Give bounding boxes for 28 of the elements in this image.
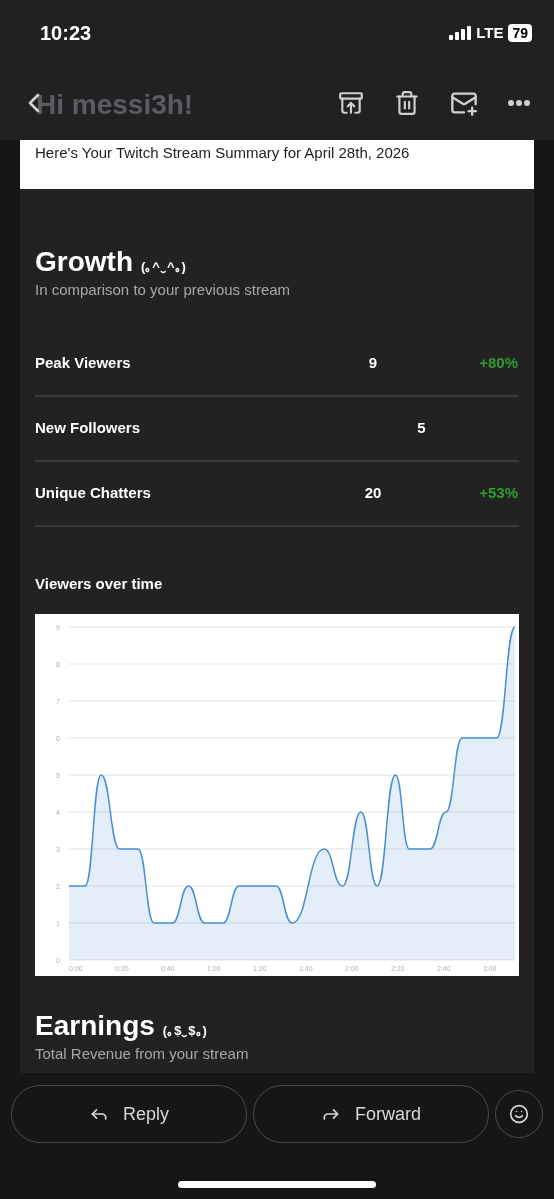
status-time: 10:23 <box>40 21 92 46</box>
stat-value: 20 <box>363 482 383 503</box>
stat-label: New Followers <box>35 417 142 438</box>
signal-icon <box>449 26 472 40</box>
delete-button[interactable] <box>394 90 420 116</box>
kaomoji: (｡$‿$｡) <box>162 1022 207 1040</box>
stat-value: 5 <box>416 417 427 438</box>
stat-change: +80% <box>478 352 518 373</box>
section-subtitle: Total Revenue from your stream <box>35 1044 250 1064</box>
section-subtitle: In comparison to your previous stream <box>35 280 292 300</box>
summary-title: Here's Your Twitch Stream Summary for April 28th, 2026 <box>35 144 410 161</box>
network-label: LTE <box>476 22 504 43</box>
stat-value: 9 <box>367 352 379 373</box>
smiley-icon <box>509 1104 529 1124</box>
battery-indicator: 79 <box>508 24 532 42</box>
more-icon <box>508 100 530 106</box>
kaomoji: (｡^‿^｡) <box>141 258 186 276</box>
stat-label: Peak Viewers <box>35 352 132 373</box>
section-title: Earnings <box>35 1009 155 1043</box>
chart-title: Viewers over time <box>35 573 164 594</box>
archive-icon <box>338 90 364 116</box>
trash-icon <box>394 90 420 116</box>
stat-label: Unique Chatters <box>35 482 152 503</box>
more-button[interactable] <box>508 100 530 106</box>
section-title: Growth <box>35 245 133 279</box>
archive-button[interactable] <box>338 90 364 116</box>
greeting-text: Hi messi3h! <box>36 88 194 122</box>
stat-change: +53% <box>478 482 518 503</box>
